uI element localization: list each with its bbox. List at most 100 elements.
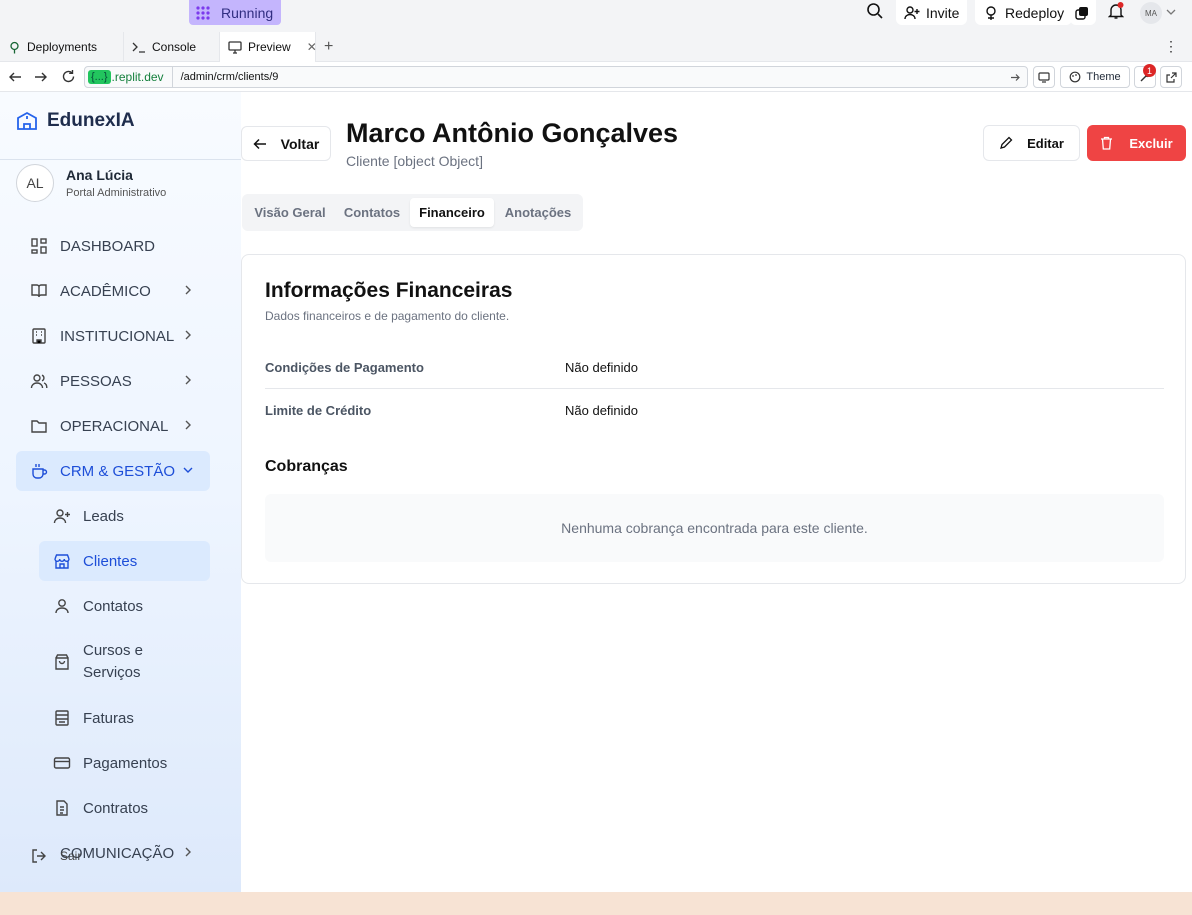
sidebar-item-academico[interactable]: ACADÊMICO	[16, 271, 210, 311]
monitor-icon	[228, 40, 242, 54]
reload-icon[interactable]	[61, 69, 76, 84]
add-user-icon	[53, 507, 71, 525]
theme-label: Theme	[1086, 71, 1121, 83]
sidebar-subitem-contratos[interactable]: Contratos	[39, 788, 210, 828]
forward-arrow-icon[interactable]	[34, 70, 48, 84]
sidebar-item-label: CRM & GESTÃO	[60, 462, 176, 480]
layers-icon	[1075, 6, 1089, 20]
book-icon	[30, 282, 48, 300]
invite-button[interactable]: Invite	[896, 0, 968, 25]
go-arrow-icon[interactable]	[1010, 72, 1021, 83]
sidebar-subitem-faturas[interactable]: Faturas	[39, 698, 210, 738]
receipt-icon	[53, 709, 71, 727]
chevron-down-icon[interactable]	[1166, 8, 1176, 16]
tab-label: Visão Geral	[254, 205, 326, 220]
brand[interactable]: EdunexIA	[16, 110, 135, 132]
sidebar-subitem-label: Faturas	[83, 709, 134, 727]
more-options-icon[interactable]: ⋮	[1164, 38, 1178, 54]
deployments-icon	[8, 41, 21, 54]
tab-visao-geral[interactable]: Visão Geral	[246, 198, 334, 227]
palette-icon	[1069, 71, 1081, 83]
redeploy-label: Redeploy	[1005, 4, 1065, 21]
sidebar-item-crm-gestao[interactable]: CRM & GESTÃO	[16, 451, 210, 491]
sidebar-divider	[0, 159, 241, 160]
tab-preview-label: Preview	[248, 40, 291, 54]
charges-title: Cobranças	[265, 458, 348, 475]
redeploy-button[interactable]: Redeploy	[975, 0, 1073, 25]
sidebar-subitem-label: Clientes	[83, 552, 138, 570]
sidebar-item-operacional[interactable]: OPERACIONAL	[16, 406, 210, 446]
delete-button[interactable]: Excluir	[1087, 125, 1186, 161]
user-name: Ana Lúcia	[66, 167, 133, 183]
avatar[interactable]: MA	[1140, 2, 1162, 24]
sidebar-item-institucional[interactable]: INSTITUCIONAL	[16, 316, 210, 356]
notification-badge: 1	[1143, 64, 1156, 77]
close-icon[interactable]: ✕	[307, 40, 317, 54]
devtools-button[interactable]	[1033, 66, 1055, 88]
tab-console[interactable]: Console	[124, 32, 220, 62]
dashboard-icon	[30, 237, 48, 255]
replit-topbar: Running Invite Redeploy MA	[0, 0, 1192, 32]
credit-limit-label: Limite de Crédito	[265, 403, 372, 418]
tab-label: Financeiro	[419, 205, 485, 220]
run-status-label: Running	[221, 4, 274, 21]
sidebar-item-dashboard[interactable]: DASHBOARD	[16, 226, 210, 266]
preview-url-bar: {...} .replit.dev /admin/crm/clients/9 T…	[0, 62, 1192, 92]
edit-button[interactable]: Editar	[983, 125, 1080, 161]
credit-limit-row: Limite de Crédito Não definido	[265, 390, 1164, 432]
chevron-down-icon	[182, 466, 194, 474]
arrow-left-icon	[253, 138, 267, 150]
tab-console-label: Console	[152, 40, 197, 54]
run-status-button[interactable]: Running	[189, 0, 282, 25]
tab-preview[interactable]: Preview ✕	[220, 32, 317, 62]
sidebar-item-label: ACADÊMICO	[60, 282, 151, 300]
back-button[interactable]: Voltar	[241, 126, 331, 161]
payment-terms-label: Condições de Pagamento	[265, 360, 424, 375]
tab-deployments[interactable]: Deployments	[0, 32, 124, 62]
page-subtitle: Cliente [object Object]	[346, 153, 483, 169]
tab-deployments-label: Deployments	[27, 40, 98, 54]
user-profile[interactable]: AL Ana Lúcia Portal Administrativo	[16, 164, 166, 202]
logout-button[interactable]: Sair	[30, 847, 81, 865]
credit-card-icon	[53, 754, 71, 772]
layers-button[interactable]	[1070, 0, 1096, 25]
bell-icon[interactable]	[1108, 2, 1124, 20]
sidebar-subitem-contatos[interactable]: Contatos	[39, 586, 210, 626]
app-sidebar: EdunexIA AL Ana Lúcia Portal Administrat…	[0, 92, 241, 892]
sidebar-subitem-pagamentos[interactable]: Pagamentos	[39, 743, 210, 783]
sidebar-subitem-leads[interactable]: Leads	[39, 496, 210, 536]
chevron-right-icon	[184, 374, 192, 386]
charges-empty-state: Nenhuma cobrança encontrada para este cl…	[265, 494, 1164, 562]
chevron-right-icon	[184, 284, 192, 296]
chevron-right-icon	[184, 846, 192, 858]
tab-financeiro[interactable]: Financeiro	[410, 198, 494, 227]
url-path: /admin/crm/clients/9	[180, 71, 279, 83]
building-icon	[30, 327, 48, 345]
sidebar-item-label: OPERACIONAL	[60, 417, 169, 435]
finance-card: Informações Financeiras Dados financeiro…	[241, 254, 1186, 584]
url-field[interactable]: {...} .replit.dev /admin/crm/clients/9	[84, 66, 1028, 88]
store-icon	[53, 552, 71, 570]
sidebar-item-label: PESSOAS	[60, 372, 132, 390]
sidebar-subitem-label: Cursos e Serviços	[83, 642, 144, 681]
sidebar-item-label: INSTITUCIONAL	[60, 327, 175, 345]
sidebar-subitem-clientes[interactable]: Clientes	[39, 541, 210, 581]
search-icon[interactable]	[866, 2, 884, 20]
avatar-initials: AL	[26, 175, 44, 191]
new-tab-icon[interactable]: +	[324, 38, 333, 56]
theme-button[interactable]: Theme	[1060, 66, 1130, 88]
user-role: Portal Administrativo	[66, 187, 167, 199]
pencil-icon	[999, 136, 1013, 150]
finance-description: Dados financeiros e de pagamento do clie…	[265, 309, 510, 323]
grid-icon	[195, 5, 211, 21]
sidebar-subitem-cursos-servicos[interactable]: Cursos e Serviços	[39, 631, 210, 693]
external-link-icon[interactable]	[1160, 66, 1182, 88]
back-arrow-icon[interactable]	[8, 70, 22, 84]
logout-icon	[30, 847, 48, 865]
tab-contatos[interactable]: Contatos	[337, 198, 407, 227]
tab-anotacoes[interactable]: Anotações	[497, 198, 579, 227]
avatar: AL	[16, 164, 54, 202]
url-host: .replit.dev	[111, 70, 164, 84]
sidebar-item-pessoas[interactable]: PESSOAS	[16, 361, 210, 401]
finance-title: Informações Financeiras	[265, 279, 513, 302]
